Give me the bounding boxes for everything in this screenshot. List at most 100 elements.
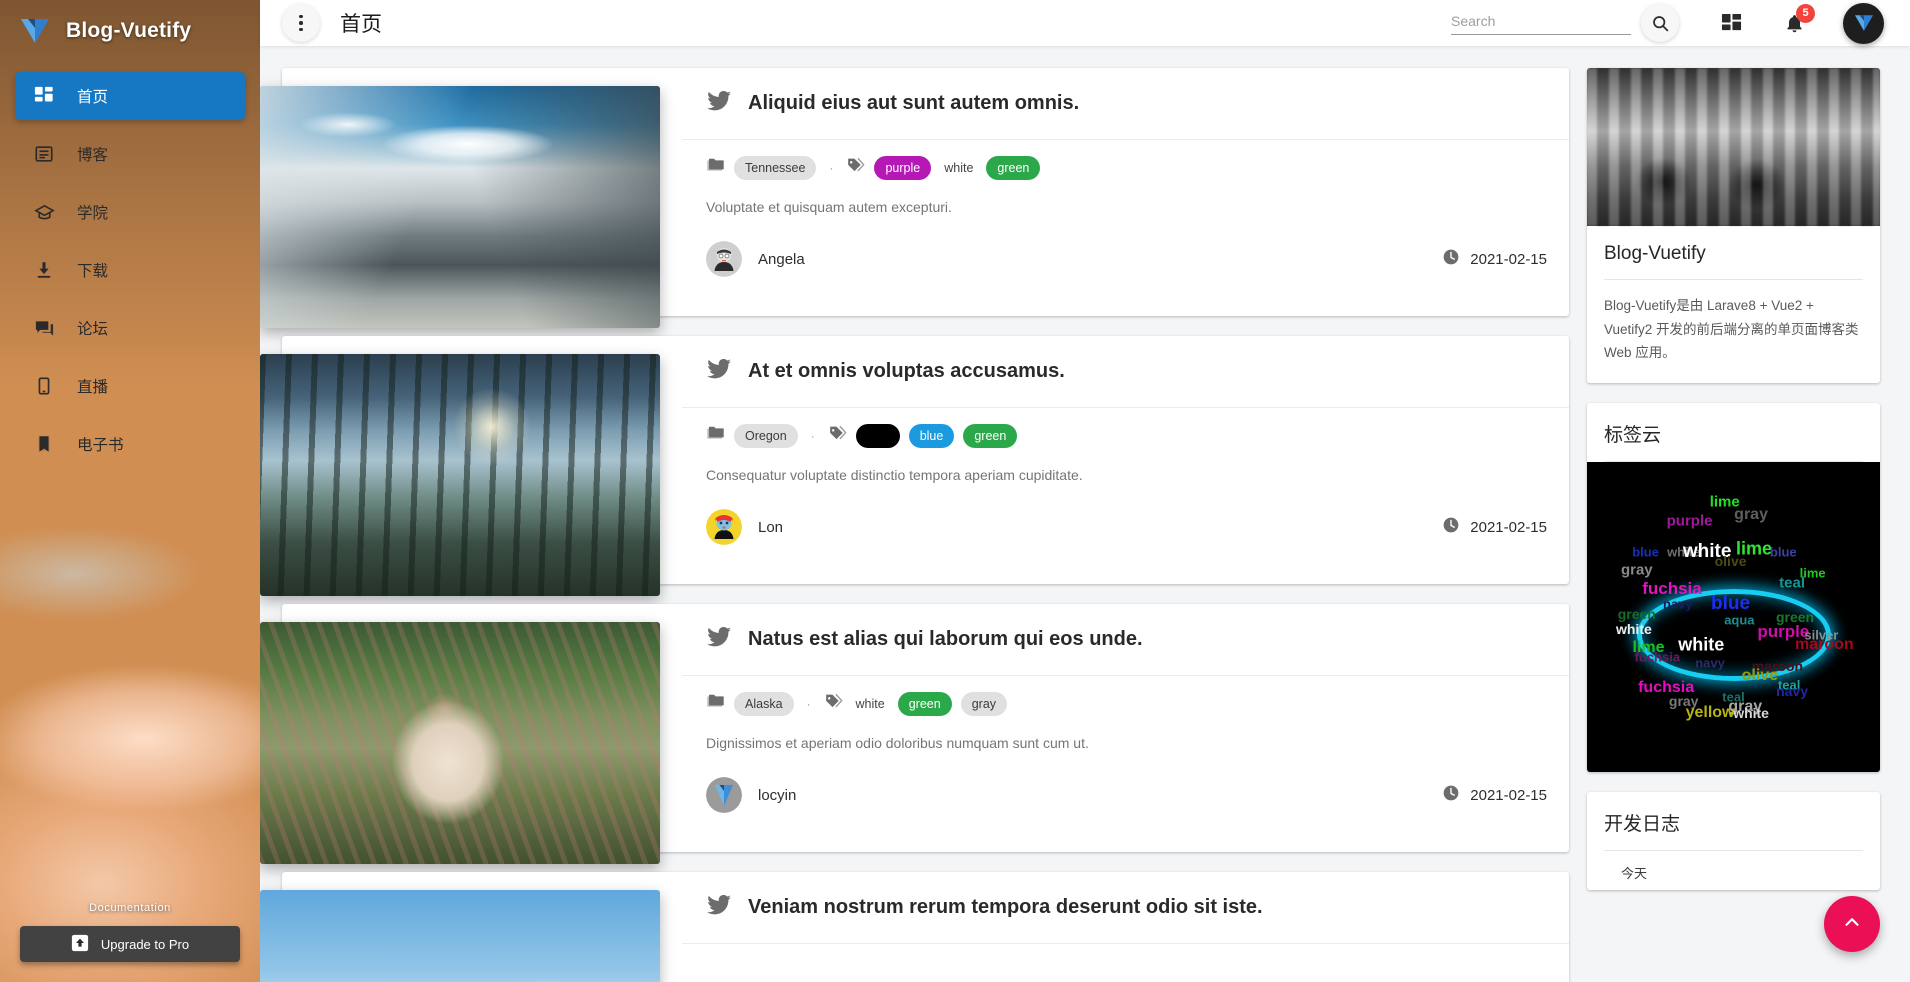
sidebar-item-label: 直播 <box>77 379 109 396</box>
sidebar-item-label: 首页 <box>77 89 109 106</box>
search-area <box>1451 4 1679 42</box>
documentation-link[interactable]: Documentation <box>20 902 240 914</box>
post-title[interactable]: Aliquid eius aut sunt autem omnis. <box>748 92 1079 115</box>
post-tag[interactable]: green <box>963 424 1018 448</box>
sidebar-item-home[interactable]: 首页 <box>15 72 245 120</box>
post-title[interactable]: At et omnis voluptas accusamus. <box>748 360 1065 383</box>
tag-cloud-word[interactable]: navy <box>1663 597 1693 612</box>
about-text: Blog-Vuetify是由 Larave8 + Vue2 + Vuetify2… <box>1604 298 1859 361</box>
tag-cloud-word[interactable]: aqua <box>1724 612 1754 627</box>
article-icon <box>33 143 55 165</box>
post-date: 2021-02-15 <box>1442 248 1547 270</box>
post-thumbnail[interactable] <box>260 622 660 864</box>
post-tag[interactable]: white <box>852 692 889 716</box>
avatar[interactable] <box>1843 2 1884 44</box>
date-text: 2021-02-15 <box>1470 518 1547 536</box>
forum-icon <box>33 317 55 339</box>
sidebar-item-live[interactable]: 直播 <box>15 362 245 410</box>
tag-cloud-word[interactable]: fuchsia <box>1642 579 1702 599</box>
post-category[interactable]: Tennessee <box>734 156 817 180</box>
upload-box-icon <box>71 934 89 955</box>
tag-cloud-word[interactable]: blue <box>1632 544 1659 559</box>
upgrade-to-pro-button[interactable]: Upgrade to Pro <box>20 926 240 962</box>
twitter-icon <box>706 356 732 387</box>
tag-cloud-word[interactable]: white <box>1733 705 1769 721</box>
tag-cloud-word[interactable]: navy <box>1776 683 1808 699</box>
post-tag[interactable]: blue <box>908 424 955 448</box>
more-vertical-icon[interactable] <box>282 4 320 42</box>
sidebar-item-label: 下载 <box>77 263 109 280</box>
sidebar-item-label: 学院 <box>77 205 109 222</box>
tag-cloud-word[interactable]: teal <box>1779 574 1805 591</box>
folder-icon <box>706 156 725 180</box>
sidebar: Blog-Vuetify 首页 博客 学院 下载 论坛 直播 电子书 Docum… <box>0 0 260 982</box>
post-tag[interactable]: green <box>986 156 1041 180</box>
brand[interactable]: Blog-Vuetify <box>0 0 260 62</box>
vuetify-logo-icon <box>18 16 52 46</box>
tag-cloud-word[interactable]: purple <box>1667 512 1713 529</box>
tag-cloud-word[interactable]: white <box>1616 621 1652 637</box>
post-title[interactable]: Natus est alias qui laborum qui eos unde… <box>748 628 1143 651</box>
post-feed: Aliquid eius aut sunt autem omnis. Tenne… <box>260 68 1587 982</box>
post-title[interactable]: Veniam nostrum rerum tempora deserunt od… <box>748 896 1263 919</box>
post-thumbnail[interactable] <box>260 354 660 596</box>
sidebar-item-ebook[interactable]: 电子书 <box>15 420 245 468</box>
tag-cloud-word[interactable]: lime <box>1736 538 1772 559</box>
post-tag[interactable]: white <box>940 156 977 180</box>
notifications-bell-icon[interactable]: 5 <box>1784 3 1815 34</box>
clock-icon <box>1442 248 1460 270</box>
tag-cloud-word[interactable]: gray <box>1621 562 1653 579</box>
tag-cloud-word[interactable]: blue <box>1770 544 1797 559</box>
sidebar-item-download[interactable]: 下载 <box>15 246 245 294</box>
tag-icon <box>824 692 843 716</box>
app-bar: 首页 Search 5 <box>260 0 1910 46</box>
app-root: Blog-Vuetify 首页 博客 学院 下载 论坛 直播 电子书 Docum… <box>0 0 1910 982</box>
sidebar-item-label: 博客 <box>77 147 109 164</box>
content-area: Aliquid eius aut sunt autem omnis. Tenne… <box>260 46 1910 982</box>
post-category[interactable]: Alaska <box>734 692 794 716</box>
tag-icon <box>828 424 847 448</box>
search-icon[interactable] <box>1641 4 1679 42</box>
post-thumbnail[interactable] <box>260 890 660 982</box>
twitter-icon <box>706 624 732 655</box>
tag-cloud-word[interactable]: olive <box>1742 667 1778 685</box>
post-thumbnail[interactable] <box>260 86 660 328</box>
post-card[interactable]: Natus est alias qui laborum qui eos unde… <box>260 604 1569 864</box>
twitter-icon <box>706 892 732 923</box>
post-author[interactable]: locyin <box>706 777 796 813</box>
smartphone-icon <box>33 375 55 397</box>
post-tag[interactable]: gray <box>960 692 1008 716</box>
tag-cloud-word[interactable]: yellow <box>1686 704 1735 722</box>
grid-apps-icon[interactable] <box>1721 13 1742 34</box>
tag-cloud-canvas[interactable]: lime gray purple blue white white olive lime blu… <box>1587 461 1880 772</box>
post-category[interactable]: Oregon <box>734 424 798 448</box>
download-icon <box>33 259 55 281</box>
scroll-to-top-button[interactable] <box>1824 896 1880 952</box>
separator: · <box>806 697 811 711</box>
post-author[interactable]: Lon <box>706 509 783 545</box>
tag-icon <box>846 156 866 180</box>
post-card[interactable]: At et omnis voluptas accusamus. Oregon ·… <box>260 336 1569 596</box>
tag-cloud-word[interactable]: fuchsia <box>1635 650 1681 665</box>
sidebar-item-forum[interactable]: 论坛 <box>15 304 245 352</box>
post-tag[interactable]: purple <box>874 156 932 180</box>
clock-icon <box>1442 516 1460 538</box>
post-card[interactable]: Aliquid eius aut sunt autem omnis. Tenne… <box>260 68 1569 328</box>
tag-cloud-word[interactable]: maroon <box>1795 636 1854 654</box>
sidebar-item-academy[interactable]: 学院 <box>15 188 245 236</box>
brand-title: Blog-Vuetify <box>66 19 192 42</box>
post-author[interactable]: Angela <box>706 241 805 277</box>
sidebar-item-blog[interactable]: 博客 <box>15 130 245 178</box>
author-name: locyin <box>758 786 797 804</box>
search-input[interactable] <box>1451 11 1631 35</box>
dev-log-card: 开发日志 今天 <box>1587 791 1880 890</box>
post-card[interactable]: Veniam nostrum rerum tempora deserunt od… <box>260 872 1569 982</box>
post-tag[interactable] <box>855 424 900 448</box>
tag-cloud-word[interactable]: gray <box>1734 506 1768 524</box>
tag-cloud-word[interactable]: green <box>1618 606 1656 622</box>
bicycle-photo <box>1587 68 1880 226</box>
tag-cloud-word[interactable]: white <box>1678 634 1724 655</box>
post-tag[interactable]: green <box>897 692 952 716</box>
notification-badge: 5 <box>1796 3 1815 23</box>
tag-cloud-word[interactable]: navy <box>1695 656 1725 671</box>
